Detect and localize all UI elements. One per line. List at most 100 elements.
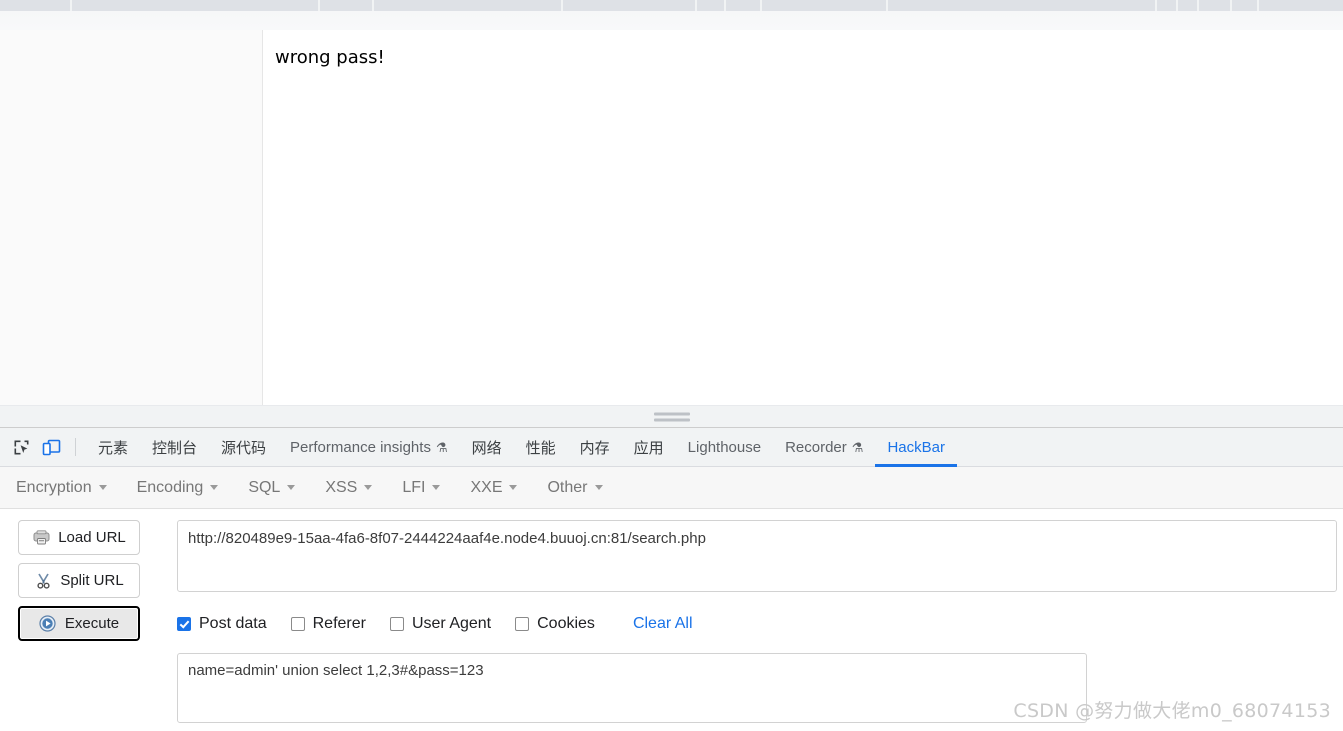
- devtools-tab-label: 应用: [633, 439, 664, 457]
- tab-separator: [724, 0, 726, 11]
- hackbar-menu-xss[interactable]: XSS: [325, 478, 373, 497]
- tab-separator: [318, 0, 320, 11]
- drag-grip-icon: [653, 412, 690, 422]
- tab-separator: [70, 0, 72, 11]
- devtools-tab-label: 内存: [579, 439, 610, 457]
- devtools-tabbar: 元素 控制台 源代码 Performance insights ⚗ 网络 性能 内存 应用 Lig…: [0, 428, 1343, 467]
- chevron-down-icon: [364, 485, 373, 490]
- csdn-watermark: CSDN @努力做大佬m0_68074153: [1013, 700, 1331, 722]
- url-input[interactable]: http://820489e9-15aa-4fa6-8f07-2444224aa…: [177, 520, 1337, 592]
- play-icon: [39, 615, 57, 633]
- devtools-tab-label: HackBar: [887, 438, 945, 456]
- chevron-down-icon: [594, 485, 603, 490]
- option-label: Referer: [312, 615, 366, 632]
- button-label: Execute: [64, 615, 120, 632]
- page-body-text: wrong pass!: [275, 47, 385, 68]
- checkbox-user-agent[interactable]: [389, 617, 404, 631]
- tab-separator: [561, 0, 563, 11]
- devtools-tab-label: Performance insights: [290, 438, 431, 456]
- chevron-down-icon: [509, 485, 518, 490]
- hackbar-menu-xxe[interactable]: XXE: [470, 478, 518, 497]
- experiment-flask-icon: ⚗: [435, 439, 448, 455]
- devtools-tab-recorder[interactable]: Recorder ⚗: [773, 428, 875, 467]
- scissors-icon: [34, 572, 52, 590]
- hackbar-fields: http://820489e9-15aa-4fa6-8f07-2444224aa…: [177, 520, 1343, 723]
- tab-separator: [1230, 0, 1232, 11]
- hackbar-menu-label: LFI: [402, 478, 426, 496]
- chevron-down-icon: [98, 485, 107, 490]
- checkbox-cookies[interactable]: [515, 617, 530, 631]
- tab-separator: [1257, 0, 1259, 11]
- tab-separator: [1176, 0, 1178, 11]
- viewport-side-filler: [0, 30, 262, 405]
- devtools-tab-label: Lighthouse: [687, 438, 762, 456]
- option-label: Cookies: [537, 615, 595, 632]
- hackbar-menu-encoding[interactable]: Encoding: [137, 479, 219, 497]
- devtools-tab-内存[interactable]: 内存: [568, 428, 622, 467]
- devtools-tab-label: 源代码: [221, 439, 267, 457]
- devtools-tab-label: 元素: [98, 439, 129, 457]
- toolbar-divider: [75, 438, 76, 456]
- hackbar-options-row: Post data Referer User Agent Cookies Clear …: [177, 609, 1343, 639]
- chevron-down-icon: [432, 485, 441, 490]
- load-url-icon: [32, 529, 50, 547]
- tab-separator: [695, 0, 697, 11]
- devtools-tab-hackbar[interactable]: HackBar: [875, 428, 957, 467]
- chevron-down-icon: [210, 485, 219, 490]
- devtools-tab-label: Recorder: [785, 438, 847, 456]
- page-viewport[interactable]: wrong pass!: [262, 30, 1343, 405]
- devtools-tab-label: 性能: [525, 439, 556, 457]
- hackbar-action-buttons: Load URL Split URL Execute: [18, 520, 140, 641]
- devtools-tab-网络[interactable]: 网络: [460, 428, 514, 467]
- option-label: Post data: [199, 615, 267, 632]
- devtools-tab-元素[interactable]: 元素: [86, 428, 140, 467]
- hackbar-menu-label: XXE: [470, 478, 503, 496]
- devtools-tab-label: 网络: [471, 439, 502, 457]
- hackbar-menu-label: SQL: [248, 478, 281, 496]
- browser-toolbar-area: [0, 11, 1343, 30]
- hackbar-menu-encryption[interactable]: Encryption: [16, 479, 107, 497]
- hackbar-menu-label: Encryption: [16, 478, 92, 496]
- checkbox-referer[interactable]: [290, 617, 305, 631]
- hackbar-menubar: Encryption Encoding SQL XSS LFI XXE Other: [0, 467, 1343, 509]
- button-label: Split URL: [60, 572, 124, 589]
- tab-separator: [1155, 0, 1157, 11]
- devtools-tab-应用[interactable]: 应用: [622, 428, 676, 467]
- devtools-tab-lighthouse[interactable]: Lighthouse: [676, 428, 773, 467]
- devtools-tab-源代码[interactable]: 源代码: [209, 428, 278, 467]
- button-label: Load URL: [58, 529, 126, 546]
- hackbar-menu-label: XSS: [325, 478, 358, 496]
- browser-window: wrong pass! 元素 控制台 源代码 Performance insig…: [0, 0, 1343, 731]
- devtools-resize-handle[interactable]: [0, 405, 1343, 428]
- option-cookies[interactable]: Cookies: [515, 615, 595, 633]
- hackbar-menu-sql[interactable]: SQL: [248, 478, 296, 497]
- device-toolbar-icon[interactable]: [37, 434, 65, 460]
- post-data-input[interactable]: name=admin' union select 1,2,3#&pass=123: [177, 653, 1087, 723]
- option-label: User Agent: [411, 615, 492, 632]
- browser-tab-strip[interactable]: [0, 0, 1343, 11]
- devtools-tab-性能[interactable]: 性能: [514, 428, 568, 467]
- checkbox-post-data[interactable]: [177, 617, 191, 631]
- hackbar-menu-label: Encoding: [136, 478, 204, 496]
- devtools-tab-控制台[interactable]: 控制台: [140, 428, 209, 467]
- hackbar-menu-other[interactable]: Other: [547, 478, 603, 497]
- devtools-panel: 元素 控制台 源代码 Performance insights ⚗ 网络 性能 内存 应用 Lig…: [0, 427, 1343, 731]
- tab-separator: [760, 0, 762, 11]
- hackbar-menu-label: Other: [547, 478, 588, 496]
- devtools-tab-performance-insights[interactable]: Performance insights ⚗: [278, 428, 460, 467]
- split-url-button[interactable]: Split URL: [18, 563, 140, 598]
- devtools-tab-label: 控制台: [152, 439, 198, 457]
- clear-all-link[interactable]: Clear All: [633, 615, 693, 633]
- hackbar-menu-lfi[interactable]: LFI: [402, 478, 441, 497]
- option-post-data[interactable]: Post data: [177, 615, 267, 633]
- tab-separator: [1197, 0, 1199, 11]
- chevron-down-icon: [287, 485, 296, 490]
- inspect-element-icon[interactable]: [7, 434, 35, 460]
- tab-separator: [886, 0, 888, 11]
- option-referer[interactable]: Referer: [290, 615, 366, 633]
- experiment-flask-icon: ⚗: [851, 439, 864, 455]
- load-url-button[interactable]: Load URL: [18, 520, 140, 555]
- execute-button[interactable]: Execute: [18, 606, 140, 641]
- tab-separator: [372, 0, 374, 11]
- option-user-agent[interactable]: User Agent: [389, 615, 492, 633]
